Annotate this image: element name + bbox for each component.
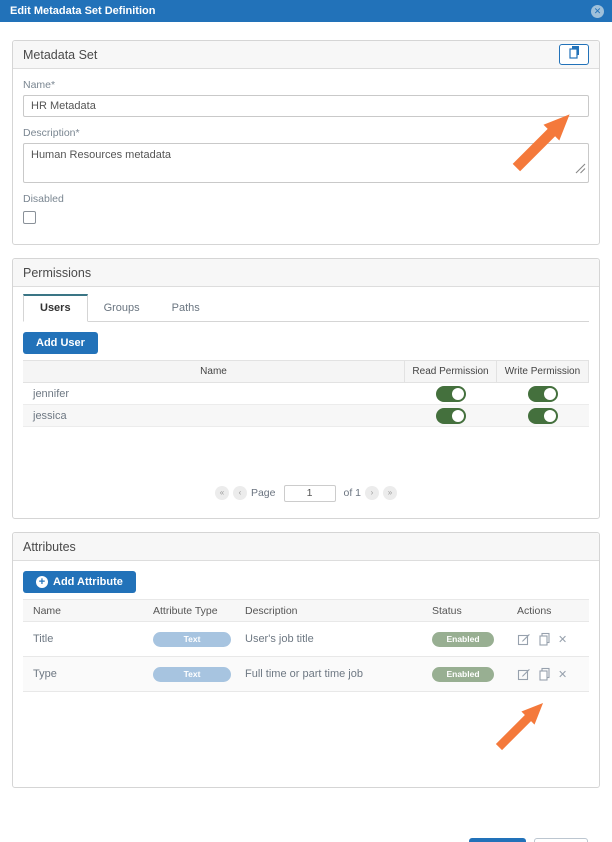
status-badge: Enabled [432, 632, 494, 647]
edit-icon[interactable] [517, 667, 531, 681]
add-attribute-button[interactable]: + Add Attribute [23, 571, 136, 593]
close-icon[interactable]: ✕ [591, 5, 604, 18]
attribute-name: Title [23, 622, 153, 657]
tab-groups[interactable]: Groups [88, 296, 156, 321]
attribute-type-badge: Text [153, 667, 231, 682]
name-label: Name* [23, 79, 589, 91]
permissions-title: Permissions [23, 266, 91, 280]
read-permission-toggle[interactable] [436, 386, 466, 402]
page-number-input[interactable] [284, 485, 336, 502]
pagination: « ‹ Page of 1 › » [23, 483, 589, 503]
copy-metadata-set-button[interactable] [559, 44, 589, 65]
table-row: jennifer [23, 383, 589, 405]
attributes-panel: Attributes + Add Attribute Name Attribut… [12, 532, 600, 788]
permissions-panel: Permissions Users Groups Paths Add User … [12, 258, 600, 519]
prev-page-icon[interactable]: ‹ [233, 486, 247, 500]
write-permission-toggle[interactable] [528, 408, 558, 424]
dialog-titlebar: Edit Metadata Set Definition ✕ [0, 0, 612, 22]
col-header-name: Name [23, 600, 153, 622]
attribute-type-badge: Text [153, 632, 231, 647]
edit-icon[interactable] [517, 632, 531, 646]
resize-handle-icon[interactable] [575, 161, 586, 179]
table-row: jessica [23, 405, 589, 427]
metadata-set-body: Name* Description* Human Resources metad… [13, 69, 599, 244]
dialog-content: Metadata Set Name* Description* Human Re… [0, 40, 612, 842]
delete-icon[interactable]: ✕ [558, 633, 567, 646]
copy-icon[interactable] [538, 632, 551, 646]
col-header-read: Read Permission [405, 361, 497, 383]
col-header-description: Description [245, 600, 432, 622]
metadata-set-header: Metadata Set [13, 41, 599, 69]
metadata-set-title: Metadata Set [23, 48, 97, 62]
disabled-label: Disabled [23, 193, 589, 205]
tab-users[interactable]: Users [23, 294, 88, 322]
plus-icon: + [36, 576, 48, 588]
save-button[interactable]: Save [469, 838, 526, 842]
attribute-name: Type [23, 657, 153, 692]
delete-icon[interactable]: ✕ [558, 668, 567, 681]
status-badge: Enabled [432, 667, 494, 682]
permissions-table-header-row: Name Read Permission Write Permission [23, 361, 589, 383]
attributes-header: Attributes [13, 533, 599, 561]
permissions-body: Users Groups Paths Add User Name Read Pe… [13, 287, 599, 518]
description-field[interactable]: Human Resources metadata [23, 143, 589, 183]
user-name: jennifer [23, 383, 405, 405]
col-header-name: Name [23, 361, 405, 383]
table-empty-space [23, 427, 589, 483]
attribute-description: User's job title [245, 622, 432, 657]
close-button[interactable]: Close [534, 838, 588, 842]
col-header-status: Status [432, 600, 517, 622]
attributes-title: Attributes [23, 540, 76, 554]
next-page-icon[interactable]: › [365, 486, 379, 500]
copy-icon[interactable] [538, 667, 551, 681]
copy-icon [568, 45, 581, 64]
add-attribute-label: Add Attribute [53, 576, 123, 588]
col-header-attribute-type: Attribute Type [153, 600, 245, 622]
permissions-tabs: Users Groups Paths [23, 295, 589, 322]
page-of-label: of 1 [344, 487, 362, 499]
add-user-button[interactable]: Add User [23, 332, 98, 354]
tab-paths[interactable]: Paths [156, 296, 216, 321]
col-header-write: Write Permission [497, 361, 589, 383]
permissions-table: Name Read Permission Write Permission je… [23, 360, 589, 427]
last-page-icon[interactable]: » [383, 486, 397, 500]
attribute-description: Full time or part time job [245, 657, 432, 692]
page-label: Page [251, 487, 276, 499]
user-name: jessica [23, 405, 405, 427]
attributes-table: Name Attribute Type Description Status A… [23, 599, 589, 692]
table-row: Type Text Full time or part time job Ena… [23, 657, 589, 692]
col-header-actions: Actions [517, 600, 589, 622]
table-row: Title Text User's job title Enabled [23, 622, 589, 657]
write-permission-toggle[interactable] [528, 386, 558, 402]
permissions-header: Permissions [13, 259, 599, 287]
dialog-title: Edit Metadata Set Definition [10, 5, 155, 17]
attributes-body: + Add Attribute Name Attribute Type Desc… [13, 561, 599, 787]
attributes-table-header-row: Name Attribute Type Description Status A… [23, 600, 589, 622]
first-page-icon[interactable]: « [215, 486, 229, 500]
table-empty-space [23, 692, 589, 772]
read-permission-toggle[interactable] [436, 408, 466, 424]
description-label: Description* [23, 127, 589, 139]
metadata-set-panel: Metadata Set Name* Description* Human Re… [12, 40, 600, 245]
name-field[interactable] [23, 95, 589, 117]
dialog-footer: Save Close [12, 838, 600, 842]
add-user-label: Add User [36, 337, 85, 349]
disabled-checkbox[interactable] [23, 211, 36, 224]
